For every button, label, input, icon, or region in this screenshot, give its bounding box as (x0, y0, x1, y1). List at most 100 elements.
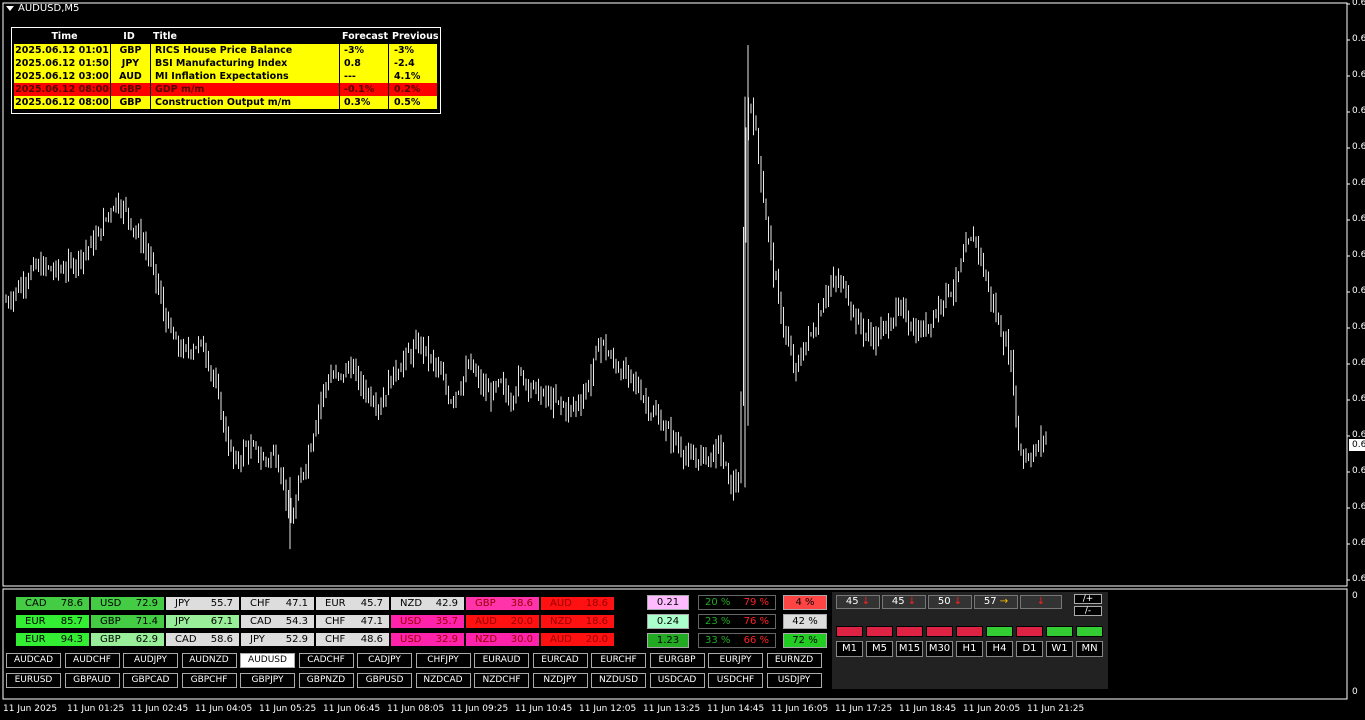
pair-button-usdchf[interactable]: USDCHF (708, 673, 763, 688)
pair-button-chfjpy[interactable]: CHFJPY (415, 653, 471, 668)
price-label: 0.65145 (1352, 358, 1365, 368)
col-id: ID (123, 31, 135, 42)
strength-currency: AUD (475, 616, 497, 627)
price-label: 0.65315 (1352, 178, 1365, 188)
signal-bar (1046, 626, 1073, 637)
strength-cell: CAD 58.6 (166, 633, 239, 646)
strength-cell: EUR 94.3 (16, 633, 89, 646)
pair-button-nzdusd[interactable]: NZDUSD (591, 673, 646, 688)
price-label: 0.65445 (1352, 34, 1365, 44)
time-label: 11 Jun 08:05 (387, 704, 445, 714)
zoom-out-button[interactable]: /- (1074, 606, 1102, 616)
signal-arrow-icon: ↓ (953, 596, 963, 607)
dropdown-triangle-icon[interactable] (6, 6, 14, 11)
subwindow-top-label: 0 (1352, 591, 1358, 601)
pair-button-gbpusd[interactable]: GBPUSD (357, 673, 412, 688)
strength-currency: CAD (250, 616, 272, 627)
pair-button-nzdcad[interactable]: NZDCAD (415, 673, 471, 688)
strength-value: 52.9 (285, 634, 308, 645)
pair-button-cadchf[interactable]: CADCHF (298, 653, 354, 668)
pair-button-gbpnzd[interactable]: GBPNZD (298, 673, 354, 688)
pair-button-cadjpy[interactable]: CADJPY (357, 653, 412, 668)
percent-sell: 66 % (743, 635, 769, 646)
pair-button-eurgbp[interactable]: EURGBP (649, 653, 705, 668)
col-title: Title (153, 31, 177, 42)
pair-button-nzdchf[interactable]: NZDCHF (474, 673, 529, 688)
pair-button-usdcad[interactable]: USDCAD (649, 673, 705, 688)
news-cell-title: Construction Output m/m (151, 96, 340, 109)
pair-button-usdjpy[interactable]: USDJPY (766, 673, 822, 688)
percent-buy: 23 % (705, 616, 731, 627)
strength-value: 32.9 (435, 634, 458, 645)
time-label: 11 Jun 13:25 (643, 704, 701, 714)
timeframe-button-m15[interactable]: M15 (896, 641, 923, 657)
summary-percent-box: 72 % (783, 633, 827, 648)
percent-buy: 20 % (705, 597, 731, 608)
signal-bar (926, 626, 953, 637)
pair-button-gbpchf[interactable]: GBPCHF (181, 673, 237, 688)
strength-value: 30.0 (510, 634, 533, 645)
pair-button-eurusd[interactable]: EURUSD (6, 673, 61, 688)
strength-value: 47.1 (360, 616, 383, 627)
summary-percent-box: 4 % (783, 595, 827, 610)
strength-cell: NZD 42.9 (391, 597, 464, 610)
price-label: 0.65045 (1352, 466, 1365, 476)
pair-button-audchf[interactable]: AUDCHF (64, 653, 120, 668)
timeframe-button-h4[interactable]: H4 (986, 641, 1013, 657)
pair-button-nzdjpy[interactable]: NZDJPY (532, 673, 588, 688)
strength-cell: EUR 45.7 (316, 597, 389, 610)
ratio-box: 0.24 (647, 614, 689, 629)
timeframe-button-m5[interactable]: M5 (866, 641, 893, 657)
summary-percent-box: 42 % (783, 614, 827, 629)
price-label: 0.64980 (1352, 538, 1365, 548)
pair-button-audcad[interactable]: AUDCAD (6, 653, 61, 668)
pair-button-eurjpy[interactable]: EURJPY (708, 653, 763, 668)
timeframe-button-d1[interactable]: D1 (1016, 641, 1043, 657)
strength-cell: GBP 71.4 (91, 615, 164, 628)
strength-cell: USD 35.7 (391, 615, 464, 628)
time-label: 11 Jun 05:25 (259, 704, 317, 714)
window-title[interactable]: AUDUSD,M5 (6, 3, 79, 14)
pair-button-eurchf[interactable]: EURCHF (591, 653, 646, 668)
strength-currency: GBP (100, 616, 121, 627)
strength-currency: JPY (250, 634, 265, 645)
strength-currency: USD (400, 634, 422, 645)
pair-button-gbpjpy[interactable]: GBPJPY (240, 673, 295, 688)
signal-bar (836, 626, 863, 637)
price-label: 0.64945 (1352, 574, 1365, 584)
strength-value: 72.9 (135, 598, 158, 609)
signal-value: 50 (937, 596, 951, 607)
zoom-in-button[interactable]: /+ (1074, 594, 1102, 604)
timeframe-button-h1[interactable]: H1 (956, 641, 983, 657)
pair-button-gbpcad[interactable]: GBPCAD (123, 673, 178, 688)
news-cell-previous: 0.5% (389, 96, 438, 109)
time-label: 11 Jun 09:25 (451, 704, 509, 714)
strength-currency: USD (400, 616, 422, 627)
pair-button-audusd[interactable]: AUDUSD (240, 653, 295, 668)
pair-button-audjpy[interactable]: AUDJPY (123, 653, 178, 668)
timeframe-button-w1[interactable]: W1 (1046, 641, 1073, 657)
pair-button-gbpaud[interactable]: GBPAUD (64, 673, 120, 688)
current-price-label: 0.65071 (1352, 440, 1365, 450)
timeframe-button-m30[interactable]: M30 (926, 641, 953, 657)
percent-sell: 76 % (743, 616, 769, 627)
signal-arrow-icon: → (999, 596, 1009, 607)
strength-value: 45.7 (360, 598, 383, 609)
pair-button-euraud[interactable]: EURAUD (474, 653, 529, 668)
news-cell-title: RICS House Price Balance (151, 44, 340, 57)
timeframe-button-mn[interactable]: MN (1076, 641, 1103, 657)
time-label: 11 Jun 21:25 (1027, 704, 1085, 714)
strength-currency: NZD (400, 598, 423, 609)
pair-button-eurnzd[interactable]: EURNZD (766, 653, 822, 668)
symbol-timeframe-label: AUDUSD,M5 (18, 3, 80, 14)
strength-currency: USD (100, 598, 122, 609)
signal-bar (866, 626, 893, 637)
timeframe-button-m1[interactable]: M1 (836, 641, 863, 657)
strength-value: 94.3 (60, 634, 83, 645)
pair-button-audnzd[interactable]: AUDNZD (181, 653, 237, 668)
news-cell-time: 2025.06.12 01:01 (14, 44, 111, 57)
price-label: 0.65480 (1352, 0, 1365, 8)
pair-button-eurcad[interactable]: EURCAD (532, 653, 588, 668)
strength-cell: AUD 18.6 (541, 597, 614, 610)
news-cell-id: JPY (111, 57, 151, 70)
